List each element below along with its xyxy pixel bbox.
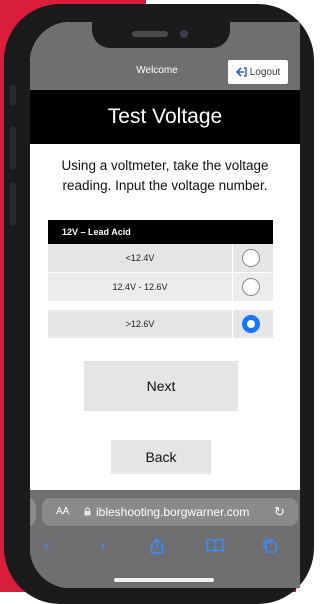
logout-button[interactable]: Logout: [228, 60, 288, 84]
notch: [92, 22, 230, 48]
voltage-option-row[interactable]: >12.6V: [48, 310, 273, 338]
home-indicator[interactable]: [114, 578, 214, 582]
phone-volume-up: [10, 126, 16, 170]
voltage-option-label: >12.6V: [48, 310, 233, 338]
reader-mode-button[interactable]: AA: [56, 498, 69, 526]
url-text: ibleshooting.borgwarner.com: [96, 505, 250, 519]
voltage-radio[interactable]: [242, 249, 260, 267]
address-bar[interactable]: AA ibleshooting.borgwarner.com ↻: [42, 498, 298, 526]
phone-volume-down: [10, 182, 16, 226]
page-title: Test Voltage: [30, 90, 300, 144]
voltage-option-label: <12.4V: [48, 244, 233, 272]
previous-tab[interactable]: [30, 498, 36, 526]
logout-icon: [235, 67, 247, 77]
voltage-option-row[interactable]: 12.4V - 12.6V: [48, 273, 273, 301]
camera: [180, 30, 188, 38]
next-button[interactable]: Next: [84, 361, 238, 411]
phone-screen: Welcome Logout Test Voltage Using a volt…: [30, 22, 300, 588]
voltage-radio-selected[interactable]: [242, 315, 260, 333]
lock-icon: [84, 498, 91, 526]
tabs-icon[interactable]: [262, 538, 278, 558]
logout-label: Logout: [249, 66, 281, 78]
browser-bar: AA ibleshooting.borgwarner.com ↻ ‹ ›: [30, 490, 300, 588]
back-arrow-icon[interactable]: ‹: [44, 538, 49, 554]
app-header: Welcome Logout: [30, 22, 300, 90]
battery-type-header: 12V – Lead Acid: [48, 220, 273, 244]
bookmarks-icon[interactable]: [206, 538, 224, 556]
phone-frame: Welcome Logout Test Voltage Using a volt…: [4, 4, 314, 604]
voltage-radio[interactable]: [242, 278, 260, 296]
instruction-text: Using a voltmeter, take the voltage read…: [61, 158, 269, 193]
voltage-option-row[interactable]: <12.4V: [48, 244, 273, 272]
speaker: [132, 31, 168, 37]
reload-icon[interactable]: ↻: [274, 498, 285, 526]
share-icon[interactable]: [150, 537, 164, 558]
phone-side-button: [10, 84, 16, 106]
forward-arrow-icon[interactable]: ›: [100, 538, 105, 554]
back-button[interactable]: Back: [111, 440, 211, 474]
voltage-option-label: 12.4V - 12.6V: [48, 273, 233, 301]
